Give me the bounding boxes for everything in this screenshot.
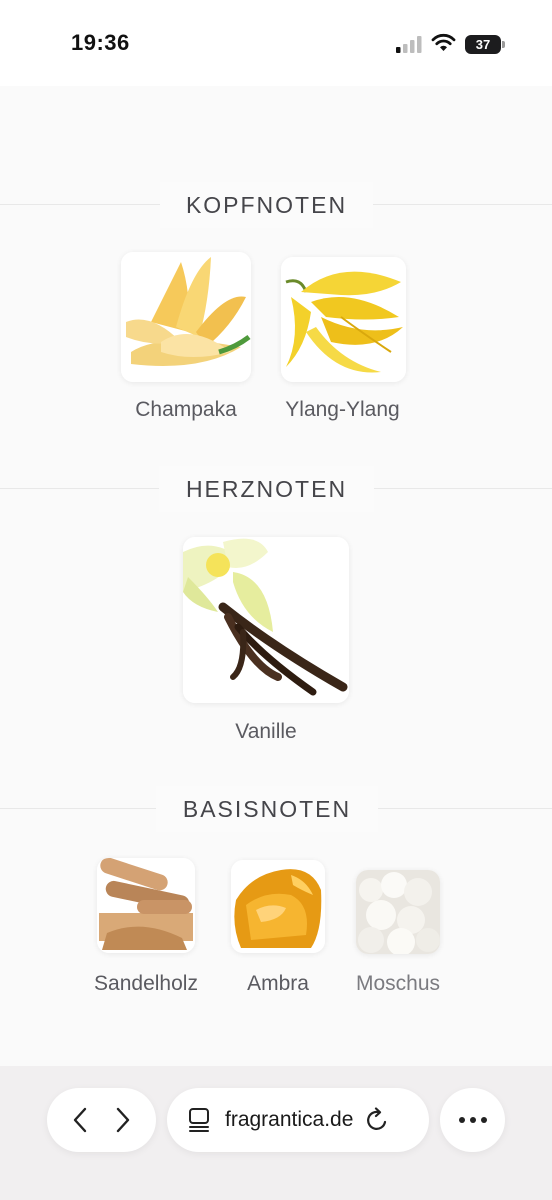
note-image-ylang-ylang[interactable] (281, 257, 406, 382)
note-label-ylang-ylang[interactable]: Ylang-Ylang (270, 398, 415, 422)
battery-tip (502, 41, 505, 48)
amber-resin-image (231, 860, 325, 953)
note-label-ambra[interactable]: Ambra (218, 972, 338, 996)
note-label-champaka[interactable]: Champaka (116, 398, 256, 422)
address-bar[interactable]: fragrantica.de (167, 1088, 429, 1152)
tab-icon[interactable] (187, 1107, 211, 1133)
chevron-left-icon (74, 1107, 87, 1133)
more-icon (458, 1117, 487, 1123)
musk-image (356, 870, 440, 954)
status-time: 19:36 (71, 30, 130, 55)
reload-icon[interactable] (365, 1107, 389, 1133)
vanilla-flower-image (183, 537, 349, 703)
note-image-sandelholz[interactable] (97, 858, 195, 953)
navigation-pill (47, 1088, 156, 1152)
cellular-signal-icon (396, 36, 422, 53)
note-image-moschus[interactable] (356, 870, 440, 954)
note-image-vanille[interactable] (183, 537, 349, 703)
chevron-right-icon (116, 1107, 129, 1133)
more-button[interactable] (440, 1088, 505, 1152)
status-bar: 19:36 37 (0, 0, 552, 86)
section-title-top-notes: KOPFNOTEN (160, 182, 373, 228)
url-text[interactable]: fragrantica.de (225, 1108, 353, 1132)
wifi-icon (431, 33, 456, 51)
battery-indicator: 37 (465, 35, 501, 54)
note-label-moschus[interactable]: Moschus (333, 972, 463, 996)
note-image-champaka[interactable] (121, 252, 251, 382)
champaka-flower-image (121, 252, 251, 382)
note-label-vanille[interactable]: Vanille (196, 720, 336, 744)
ylang-ylang-flower-image (281, 257, 406, 382)
note-image-ambra[interactable] (231, 860, 325, 953)
section-title-base-notes: BASISNOTEN (156, 786, 378, 832)
note-label-sandelholz[interactable]: Sandelholz (76, 972, 216, 996)
section-title-heart-notes: HERZNOTEN (159, 466, 374, 512)
sandalwood-image (97, 858, 195, 953)
back-button[interactable] (71, 1106, 89, 1134)
forward-button[interactable] (114, 1106, 132, 1134)
